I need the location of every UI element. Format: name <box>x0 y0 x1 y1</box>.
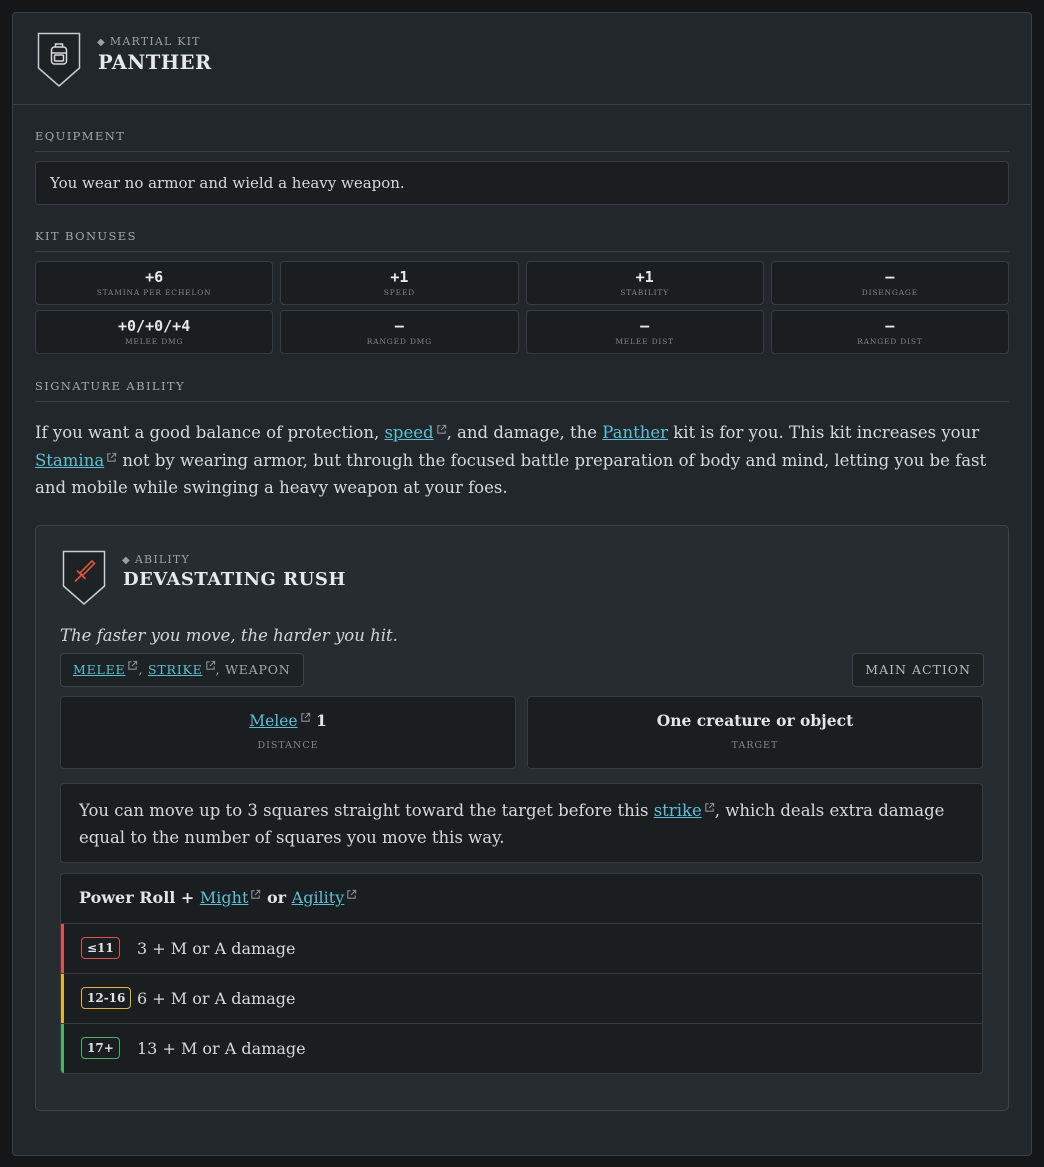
tier-1-result: 3 + M or A damage <box>137 939 296 958</box>
ability-title: DEVASTATING RUSH <box>123 569 346 590</box>
sword-icon <box>62 550 106 606</box>
ability-effect: You can move up to 3 squares straight to… <box>60 783 983 863</box>
backpack-icon <box>37 32 81 88</box>
keyword-strike-link[interactable]: STRIKE <box>148 662 203 677</box>
bonus-ranged-dist: – RANGED DIST <box>770 310 1009 354</box>
tier-3-result: 13 + M or A damage <box>137 1039 306 1058</box>
panther-link[interactable]: Panther <box>602 423 668 442</box>
equipment-section-label: EQUIPMENT <box>35 129 1009 152</box>
bonus-disengage: – DISENGAGE <box>770 261 1009 305</box>
tier-2-color-bar <box>61 974 64 1023</box>
power-tier-3: 17+ 13 + M or A damage <box>61 1024 982 1073</box>
effect-strike-link[interactable]: strike <box>654 801 702 820</box>
action-type-badge: MAIN ACTION <box>852 653 984 687</box>
tier-2-badge: 12-16 <box>81 987 132 1009</box>
tier-3-badge: 17+ <box>81 1037 120 1059</box>
tier-1-badge: ≤11 <box>81 937 120 959</box>
target-box: One creature or object TARGET <box>527 696 983 769</box>
external-link-icon <box>347 889 357 899</box>
power-tier-1: ≤11 3 + M or A damage <box>61 924 982 974</box>
kit-header: ◆ MARTIAL KIT PANTHER <box>13 13 1031 105</box>
signature-ability-section-label: SIGNATURE ABILITY <box>35 379 1009 402</box>
external-link-icon <box>128 660 138 670</box>
bonus-stamina: +6 STAMINA PER ECHELON <box>35 261 274 305</box>
external-link-icon <box>436 424 446 434</box>
distance-melee-link[interactable]: Melee <box>249 712 297 730</box>
tier-3-color-bar <box>61 1024 64 1073</box>
power-roll-header: Power Roll + Might or Agility <box>61 874 982 924</box>
tier-2-result: 6 + M or A damage <box>137 989 296 1008</box>
kit-bonuses-section-label: KIT BONUSES <box>35 229 1009 252</box>
kit-bonuses-grid: +6 STAMINA PER ECHELON +1 SPEED +1 STABILIT… <box>35 261 1009 354</box>
kit-card: ◆ MARTIAL KIT PANTHER EQUIPMENT You wear … <box>12 12 1032 1156</box>
external-link-icon <box>205 660 215 670</box>
agility-link[interactable]: Agility <box>292 888 345 907</box>
bonus-melee-dist: – MELEE DIST <box>525 310 764 354</box>
kit-title: PANTHER <box>98 51 212 74</box>
power-tier-2: 12-16 6 + M or A damage <box>61 974 982 1024</box>
keyword-melee-link[interactable]: MELEE <box>73 662 125 677</box>
bonus-stability: +1 STABILITY <box>525 261 764 305</box>
tier-1-color-bar <box>61 924 64 973</box>
distance-value: 1 <box>315 711 327 730</box>
external-link-icon <box>107 452 117 462</box>
equipment-description: You wear no armor and wield a heavy weap… <box>35 161 1009 205</box>
power-roll-table: Power Roll + Might or Agility ≤11 3 + M … <box>60 873 983 1074</box>
bonus-speed: +1 SPEED <box>280 261 519 305</box>
external-link-icon <box>300 712 310 722</box>
target-label: TARGET <box>731 740 779 751</box>
ability-type-label: ◆ ABILITY <box>122 553 190 566</box>
keyword-weapon: WEAPON <box>225 662 291 677</box>
kit-type-label: ◆ MARTIAL KIT <box>97 35 201 48</box>
bonus-ranged-dmg: – RANGED DMG <box>280 310 519 354</box>
might-link[interactable]: Might <box>200 888 248 907</box>
kit-description: If you want a good balance of protection… <box>35 423 987 497</box>
ability-card: ◆ ABILITY DEVASTATING RUSH The faster you… <box>35 525 1009 1111</box>
distance-box: Melee 1 DISTANCE <box>60 696 516 769</box>
external-link-icon <box>705 802 714 812</box>
distance-label: DISTANCE <box>257 740 319 751</box>
stamina-link[interactable]: Stamina <box>35 451 104 470</box>
external-link-icon <box>251 889 261 899</box>
ability-flavor-text: The faster you move, the harder you hit. <box>60 626 398 645</box>
speed-link[interactable]: speed <box>384 423 433 442</box>
ability-keywords: MELEE, STRIKE, WEAPON <box>60 653 304 687</box>
target-value: One creature or object <box>656 711 854 730</box>
bonus-melee-dmg: +0/+0/+4 MELEE DMG <box>35 310 274 354</box>
